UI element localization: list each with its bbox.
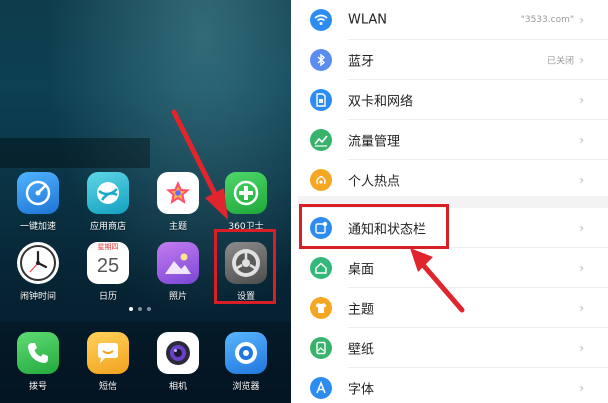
app-browser[interactable]: 浏览器 (214, 332, 278, 392)
page-dot (147, 307, 151, 311)
chevron-right-icon: › (579, 133, 584, 147)
app-label: 主题 (168, 222, 187, 232)
home-screen: 一键加速 应用商店 主题 360卫士 闹钟时间 星期四 25 日历 照片 设置 … (0, 0, 291, 403)
settings-row-label: 壁纸 (348, 342, 375, 358)
settings-row-font[interactable]: 字体 › (298, 368, 608, 403)
app-label: 照片 (168, 292, 187, 302)
page-indicator (129, 307, 151, 311)
settings-row-data-usage[interactable]: 流量管理 › (298, 120, 608, 160)
chevron-right-icon: › (579, 301, 584, 315)
wallpaper-icon (310, 337, 332, 359)
settings-row-theme[interactable]: 主题 › (298, 288, 608, 328)
app-photos[interactable]: 照片 (146, 242, 210, 302)
browser-icon (225, 332, 267, 374)
chevron-right-icon: › (579, 173, 584, 187)
settings-screen: WLAN "3533.com" › 蓝牙 已关闭 › 双卡和网络 › 流量管理 … (298, 0, 608, 403)
data-usage-icon (310, 129, 332, 151)
app-label: 应用商店 (89, 222, 126, 232)
settings-row-label: 桌面 (348, 262, 375, 278)
app-label: 一键加速 (19, 222, 56, 232)
settings-row-hotspot[interactable]: 个人热点 › (298, 160, 608, 200)
chevron-right-icon: › (579, 93, 584, 107)
calendar-weekday: 星期四 (87, 242, 129, 253)
settings-row-label: 双卡和网络 (348, 94, 414, 110)
360-security-icon (225, 172, 267, 214)
app-phone[interactable]: 拨号 (6, 332, 70, 392)
app-label: 短信 (98, 382, 117, 392)
app-360-security[interactable]: 360卫士 (214, 172, 278, 232)
app-messages[interactable]: 短信 (76, 332, 140, 392)
settings-row-dual-sim[interactable]: 双卡和网络 › (298, 80, 608, 120)
wifi-icon (310, 9, 332, 31)
chevron-right-icon: › (579, 261, 584, 275)
settings-row-label: 字体 (348, 382, 375, 398)
app-label: 浏览器 (232, 382, 260, 392)
calendar-day: 25 (96, 255, 120, 277)
app-store[interactable]: 应用商店 (76, 172, 140, 232)
app-label: 闹钟时间 (19, 292, 56, 302)
font-icon (310, 377, 332, 399)
settings-app-highlight-box (214, 229, 276, 304)
sim-card-icon (310, 89, 332, 111)
settings-row-label: 主题 (348, 302, 375, 318)
settings-row-label: WLAN (348, 12, 388, 28)
app-theme[interactable]: 主题 (146, 172, 210, 232)
chevron-right-icon: › (579, 53, 584, 67)
camera-icon (157, 332, 199, 374)
home-icon (310, 257, 332, 279)
bluetooth-icon (310, 49, 332, 71)
settings-row-desktop[interactable]: 桌面 › (298, 248, 608, 288)
settings-row-label: 蓝牙 (348, 54, 375, 70)
settings-row-wallpaper[interactable]: 壁纸 › (298, 328, 608, 368)
app-label: 相机 (168, 382, 187, 392)
app-label: 拨号 (28, 382, 47, 392)
settings-row-bluetooth[interactable]: 蓝牙 已关闭 › (298, 40, 608, 80)
theme-star-icon (157, 172, 199, 214)
notification-row-highlight-box (299, 204, 449, 249)
phone-icon (17, 332, 59, 374)
settings-row-label: 流量管理 (348, 134, 401, 150)
speedometer-icon (17, 172, 59, 214)
app-store-icon (87, 172, 129, 214)
app-calendar[interactable]: 星期四 25 日历 (76, 242, 140, 302)
clock-icon (17, 242, 59, 284)
wallpaper-shadow-strip (0, 138, 150, 168)
chevron-right-icon: › (579, 341, 584, 355)
calendar-icon: 星期四 25 (87, 242, 129, 284)
panel-divider (291, 0, 298, 403)
settings-row-label: 个人热点 (348, 174, 401, 190)
page-dot (129, 307, 133, 311)
message-icon (87, 332, 129, 374)
theme-shirt-icon (310, 297, 332, 319)
chevron-right-icon: › (579, 13, 584, 27)
app-clock[interactable]: 闹钟时间 (6, 242, 70, 302)
settings-row-value: "3533.com" (520, 15, 574, 25)
page-dot (138, 307, 142, 311)
hotspot-icon (310, 169, 332, 191)
settings-row-value: 已关闭 (546, 56, 574, 67)
app-label: 日历 (98, 292, 117, 302)
settings-row-wlan[interactable]: WLAN "3533.com" › (298, 0, 608, 40)
chevron-right-icon: › (579, 381, 584, 395)
chevron-right-icon: › (579, 221, 584, 235)
app-camera[interactable]: 相机 (146, 332, 210, 392)
photos-icon (157, 242, 199, 284)
app-speed-boost[interactable]: 一键加速 (6, 172, 70, 232)
